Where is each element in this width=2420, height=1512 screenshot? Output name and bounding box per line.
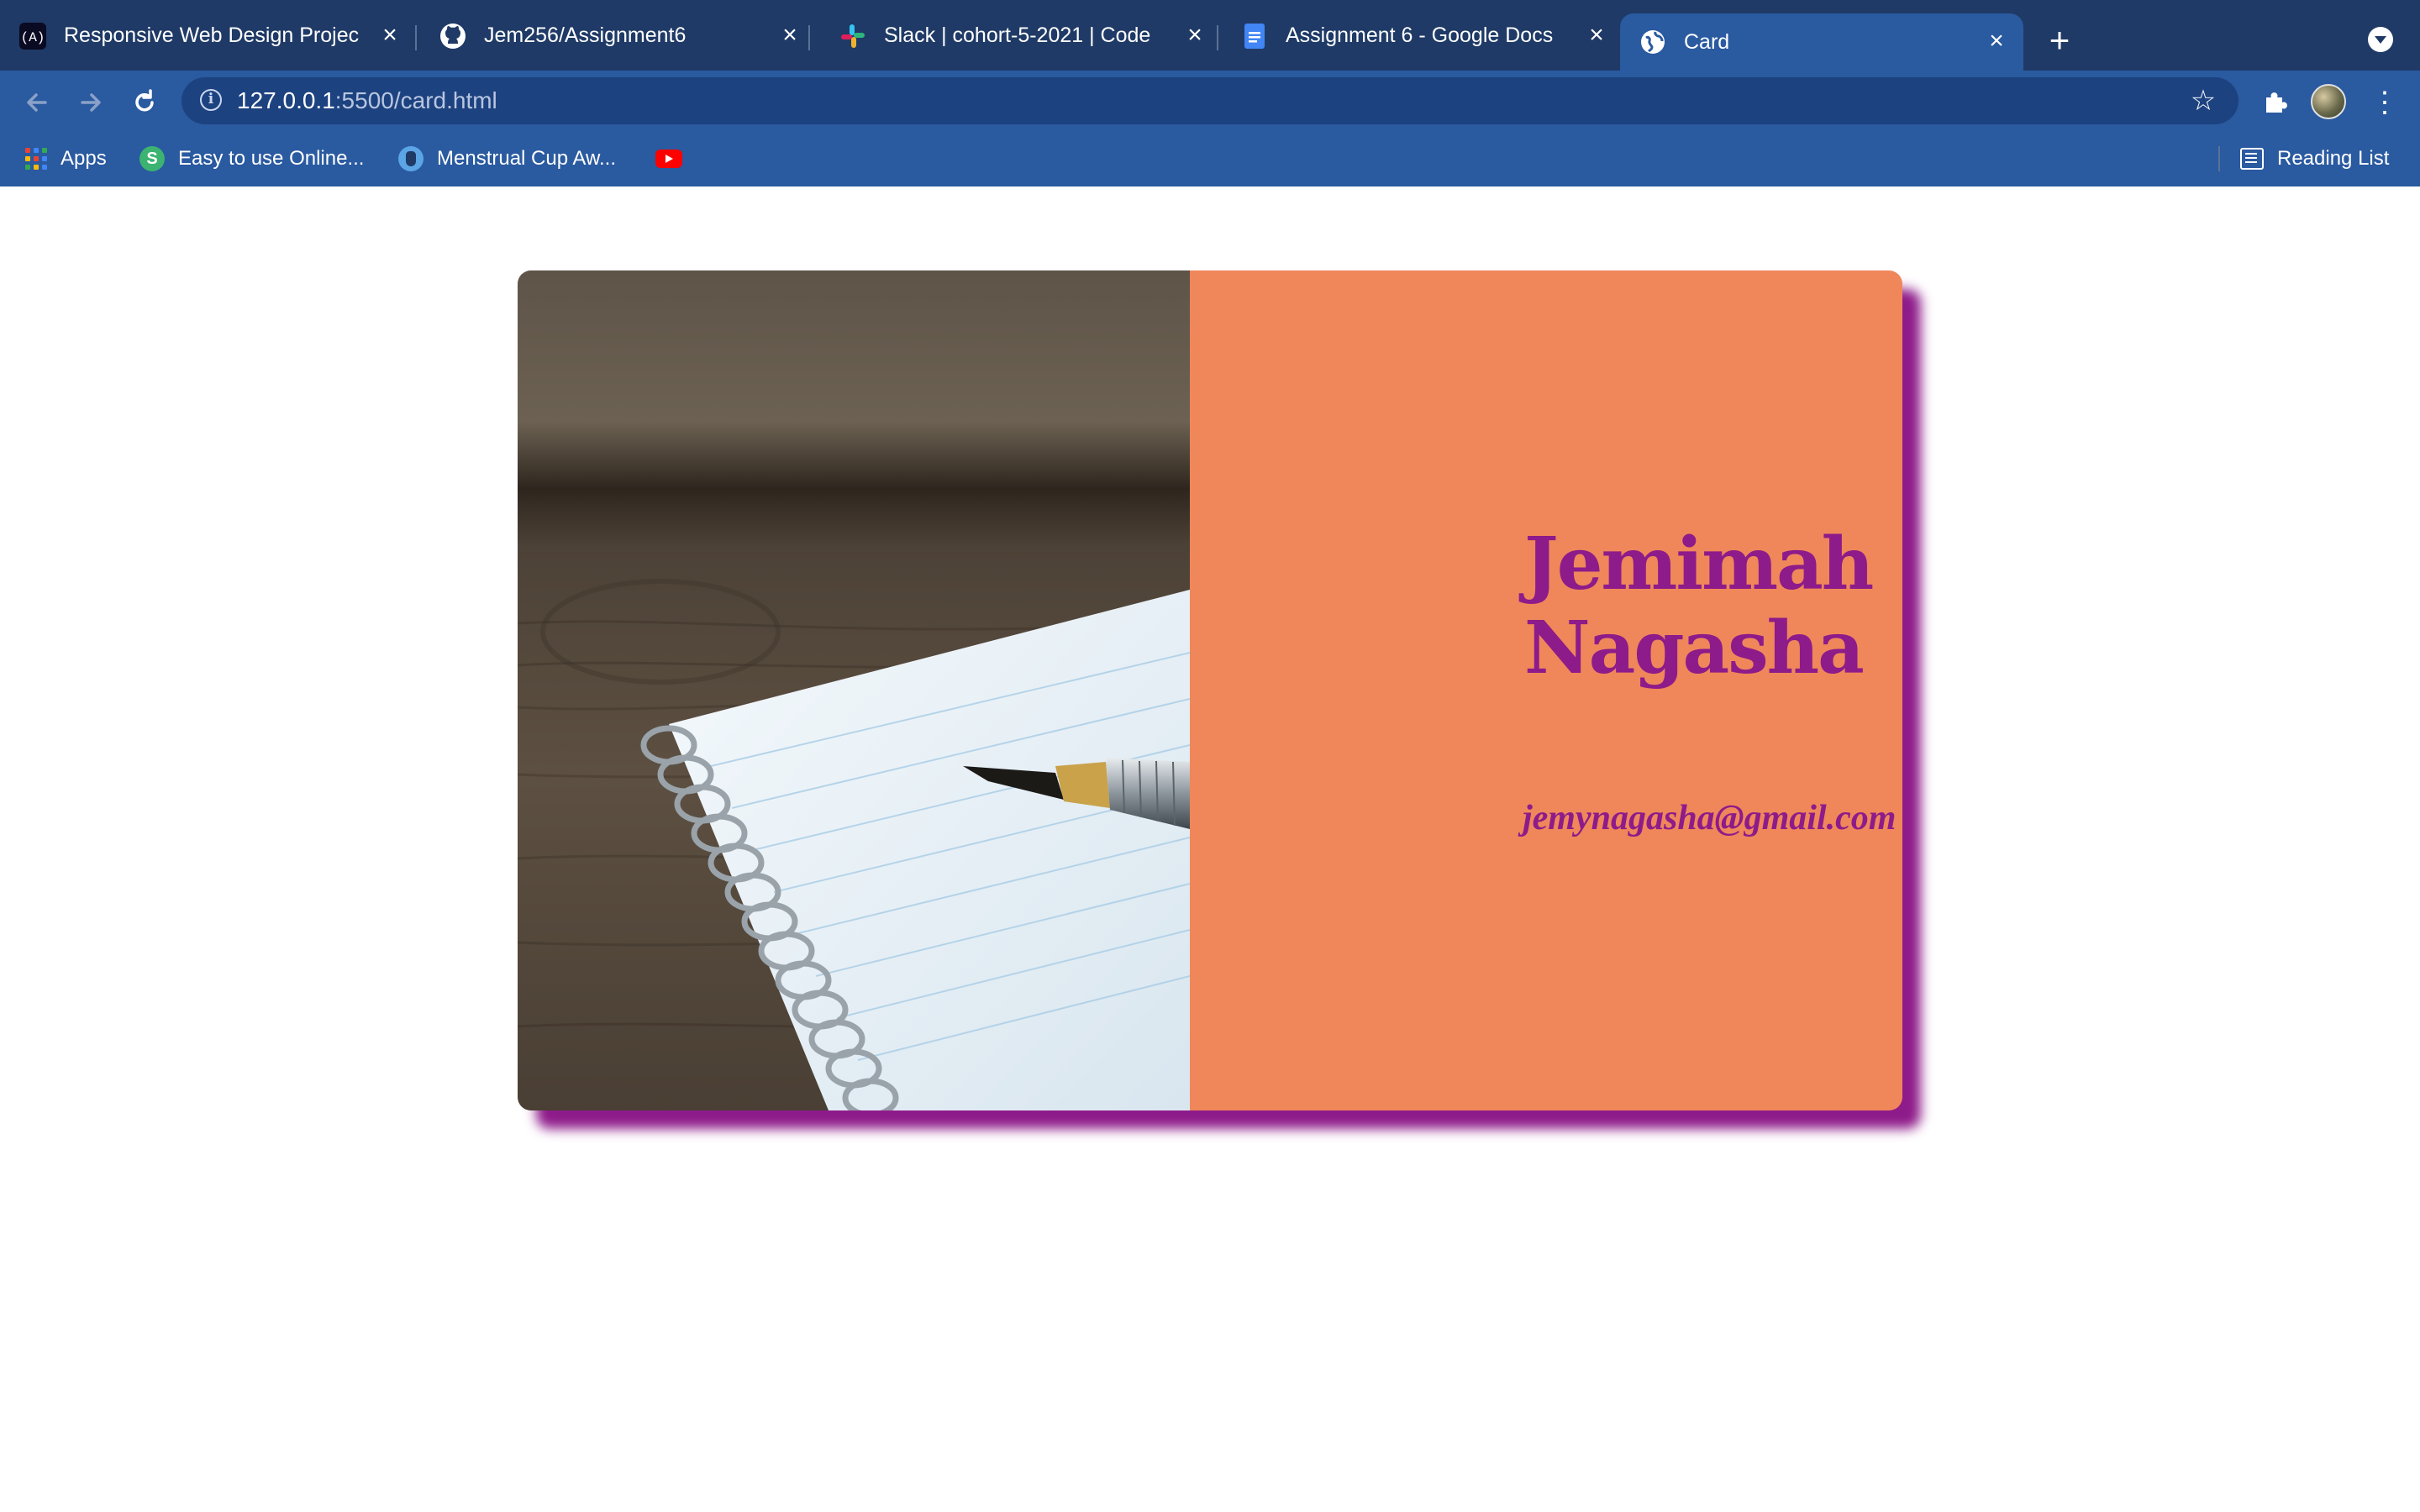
extensions-puzzle-icon[interactable] [2259, 86, 2292, 119]
tab-responsive-web-design[interactable]: (A) Responsive Web Design Projec × [0, 0, 412, 71]
tab-title: Card [1684, 30, 1730, 54]
svg-text:(A): (A) [21, 30, 45, 45]
bookmark-label: Easy to use Online... [178, 147, 365, 170]
site-info-icon[interactable]: i [200, 89, 222, 111]
new-tab-button[interactable]: + [2044, 23, 2075, 58]
github-icon [439, 22, 467, 50]
more-menu-icon[interactable]: ⋮ [2368, 86, 2402, 119]
reading-list-button[interactable]: Reading List [2240, 131, 2389, 186]
url-host: 127.0.0.1 [237, 87, 335, 113]
tab-title: Slack | cohort-5-2021 | Code C [884, 24, 1153, 47]
tab-card[interactable]: Card × [1620, 13, 2023, 71]
close-tab-icon[interactable]: × [776, 22, 803, 49]
tab-title: Assignment 6 - Google Docs [1286, 24, 1554, 47]
profile-avatar[interactable] [2311, 84, 2346, 119]
browser-toolbar: i 127.0.0.1:5500/card.html ☆ ⋮ [0, 71, 2420, 131]
bookmark-label: Apps [60, 147, 107, 170]
tab-strip: (A) Responsive Web Design Projec × Jem25… [0, 0, 2420, 71]
business-card: Jemimah Nagasha jemynagasha@gmail.com [518, 270, 1902, 1110]
bookmark-label: Menstrual Cup Aw... [437, 147, 616, 170]
menstrual-cup-icon [398, 146, 424, 171]
apps-grid-icon [25, 148, 47, 170]
tab-title: Jem256/Assignment6 [484, 24, 687, 47]
page-viewport: Jemimah Nagasha jemynagasha@gmail.com [0, 186, 2420, 1512]
close-tab-icon[interactable]: × [1181, 22, 1208, 49]
card-last-name: Nagasha [1524, 606, 1865, 690]
slack-icon [839, 22, 867, 50]
address-bar[interactable]: i 127.0.0.1:5500/card.html ☆ [182, 77, 2238, 124]
tab-google-docs[interactable]: Assignment 6 - Google Docs × [1222, 0, 1623, 71]
bookmark-youtube[interactable] [655, 131, 696, 186]
url-text: 127.0.0.1:5500/card.html [237, 77, 497, 124]
forward-arrow-icon[interactable] [74, 86, 108, 119]
bookmark-star-icon[interactable]: ☆ [2186, 84, 2220, 118]
globe-icon [1639, 28, 1667, 56]
bookmark-easy-to-use-online[interactable]: S Easy to use Online... [139, 131, 364, 186]
back-arrow-icon[interactable] [20, 86, 54, 119]
card-email: jemynagasha@gmail.com [1523, 799, 1897, 837]
notebook-pen-photo [518, 270, 1190, 1110]
card-info-panel: Jemimah Nagasha jemynagasha@gmail.com [1190, 270, 1902, 1110]
reading-list-icon [2240, 148, 2264, 170]
reload-icon[interactable] [128, 86, 161, 119]
url-path: :5500/card.html [334, 87, 497, 113]
google-docs-icon [1240, 22, 1269, 50]
tab-separator [1217, 25, 1218, 50]
bookmark-menstrual-cup[interactable]: Menstrual Cup Aw... [398, 131, 616, 186]
s-badge-icon: S [139, 146, 165, 171]
bookmarks-bar: Apps S Easy to use Online... Menstrual C… [0, 131, 2420, 187]
card-first-name: Jemimah [1524, 522, 1874, 606]
reading-list-label: Reading List [2277, 147, 2390, 170]
tab-separator [415, 25, 417, 50]
tab-title: Responsive Web Design Projec [64, 24, 360, 47]
bookmarks-separator [2218, 146, 2220, 171]
tab-github-assignment6[interactable]: Jem256/Assignment6 × [420, 0, 807, 71]
tab-slack[interactable]: Slack | cohort-5-2021 | Code C × [820, 0, 1212, 71]
tab-search-icon[interactable] [2368, 27, 2393, 52]
youtube-icon [655, 150, 682, 168]
close-tab-icon[interactable]: × [1983, 28, 2010, 55]
close-tab-icon[interactable]: × [376, 22, 403, 49]
card-name: Jemimah Nagasha [1524, 522, 1886, 690]
close-tab-icon[interactable]: × [1583, 22, 1610, 49]
tab-separator [808, 25, 810, 50]
bookmark-apps[interactable]: Apps [25, 131, 107, 186]
freecodecamp-icon: (A) [18, 22, 47, 50]
